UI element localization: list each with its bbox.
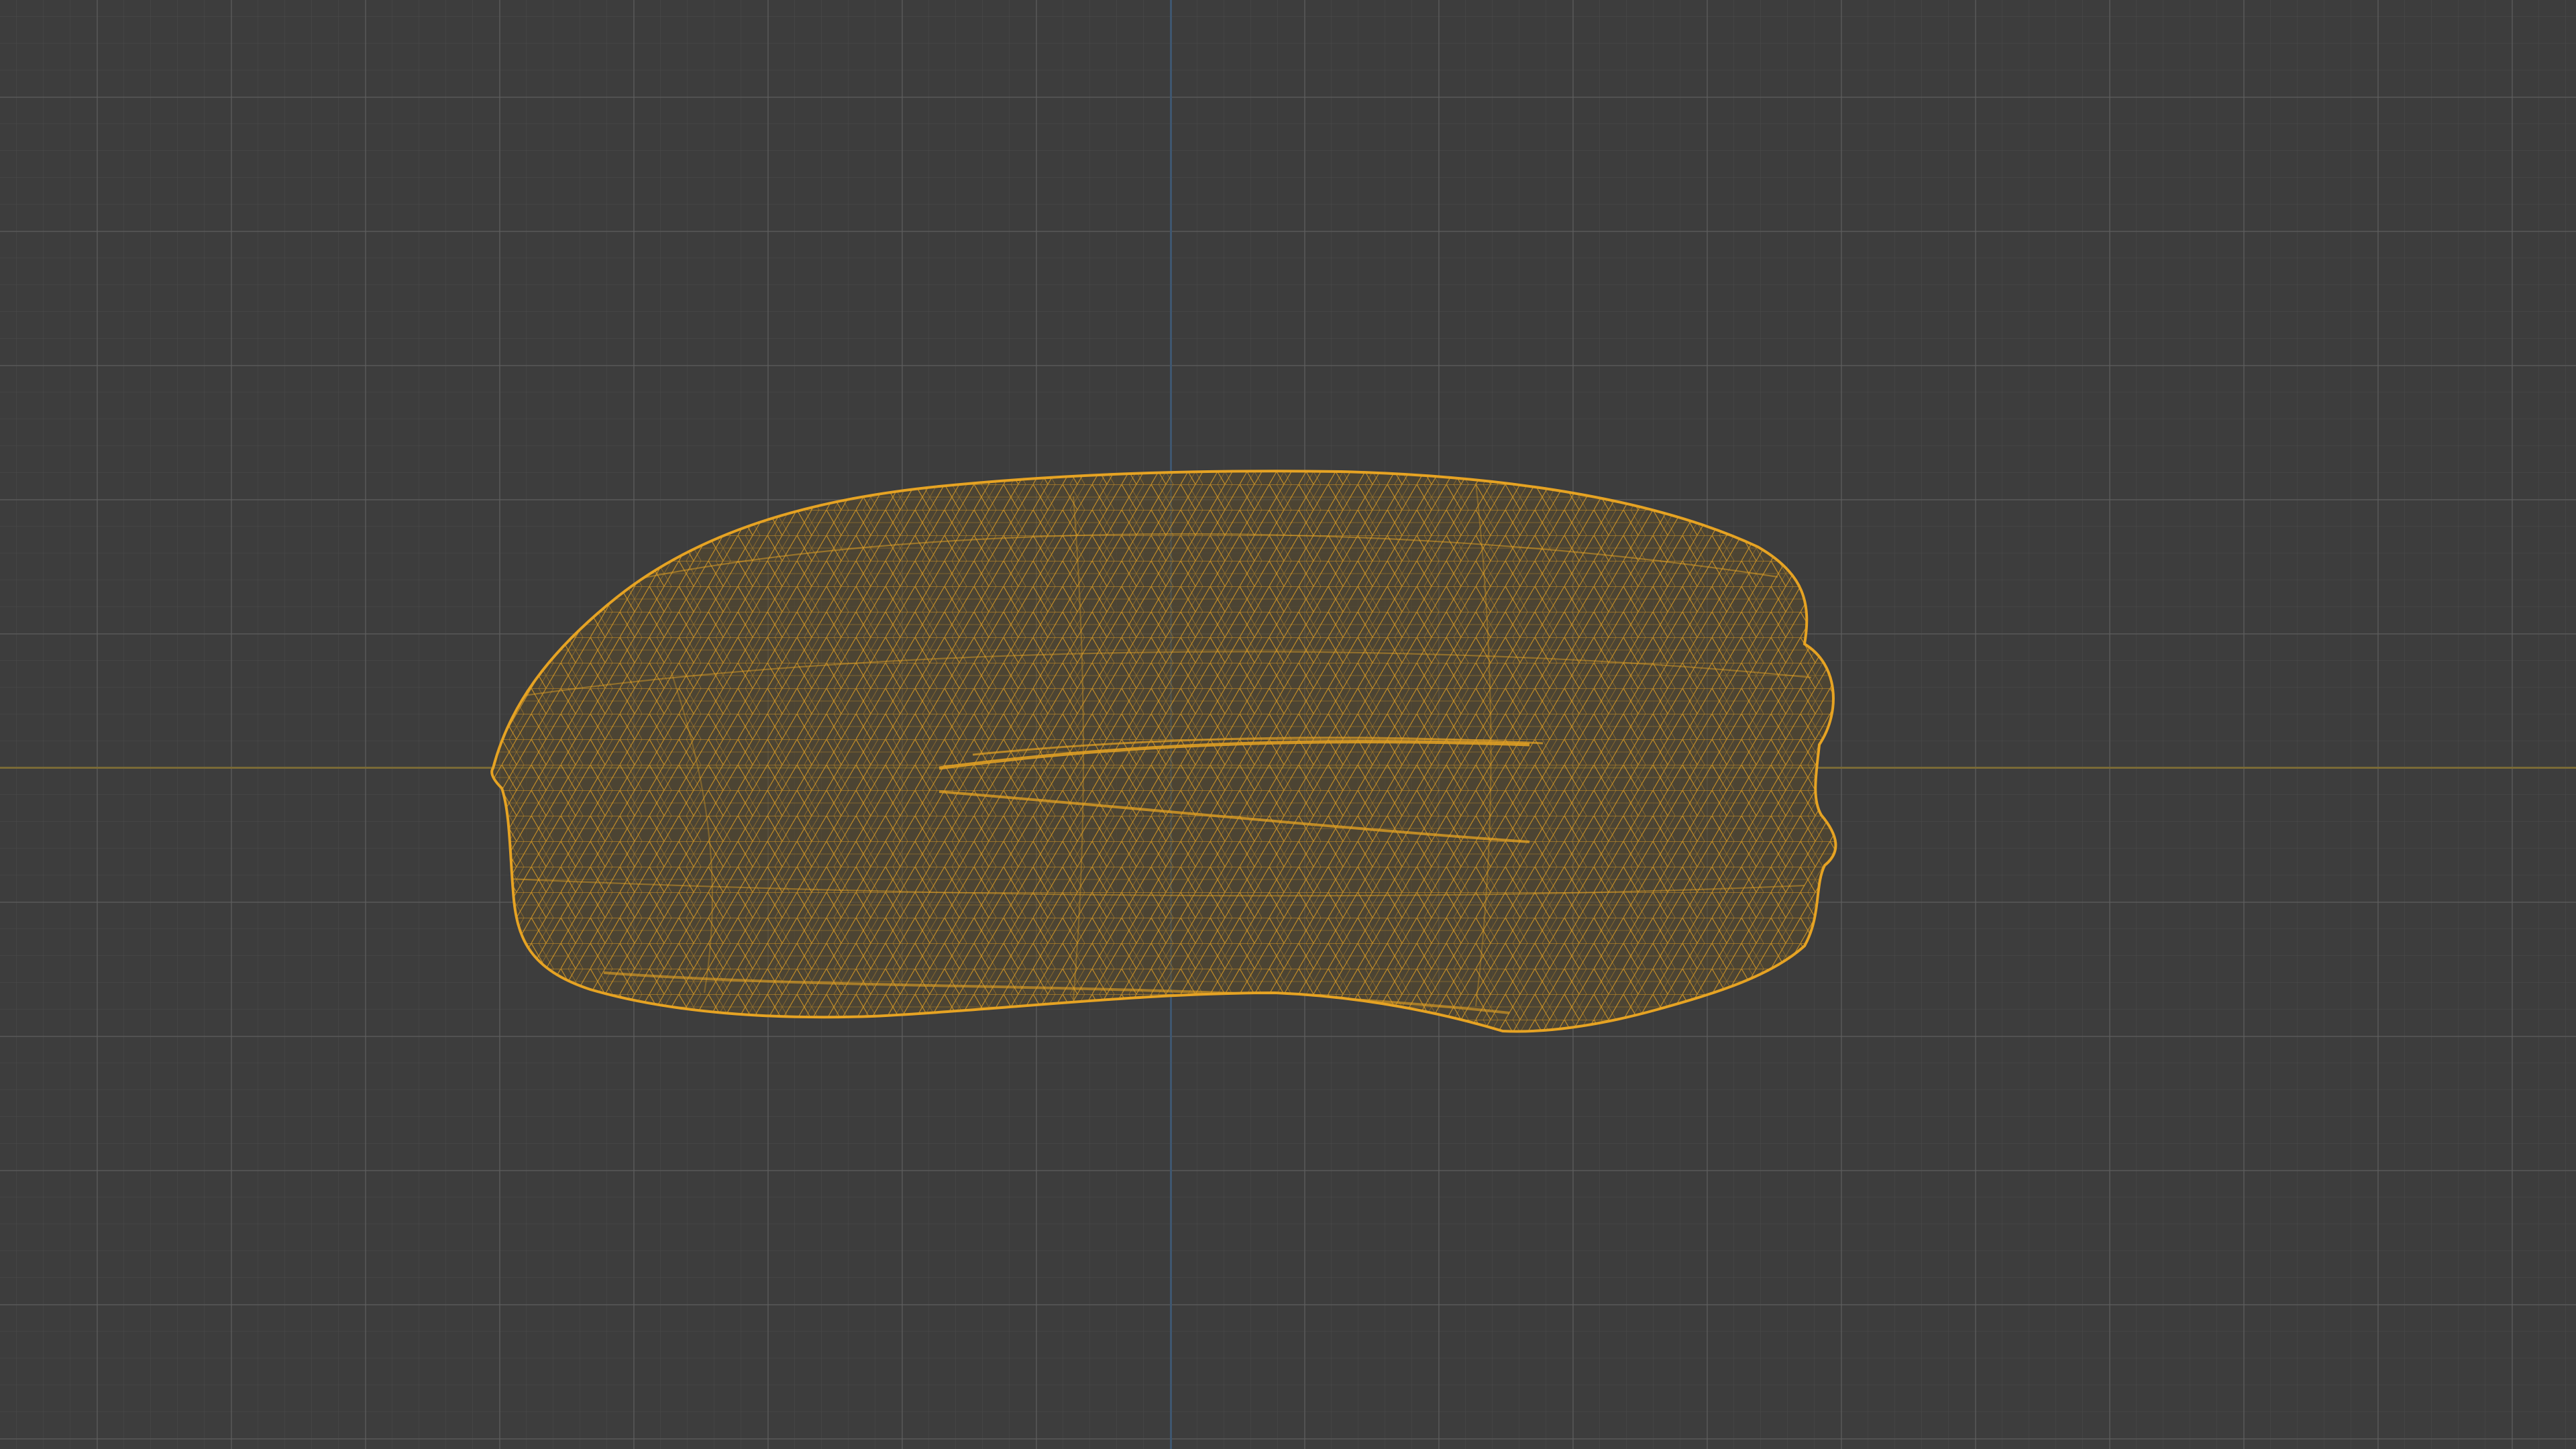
mesh-wireframe-object[interactable] [0, 0, 2576, 1449]
mesh-body [490, 470, 1837, 1033]
3d-viewport[interactable] [0, 0, 2576, 1449]
